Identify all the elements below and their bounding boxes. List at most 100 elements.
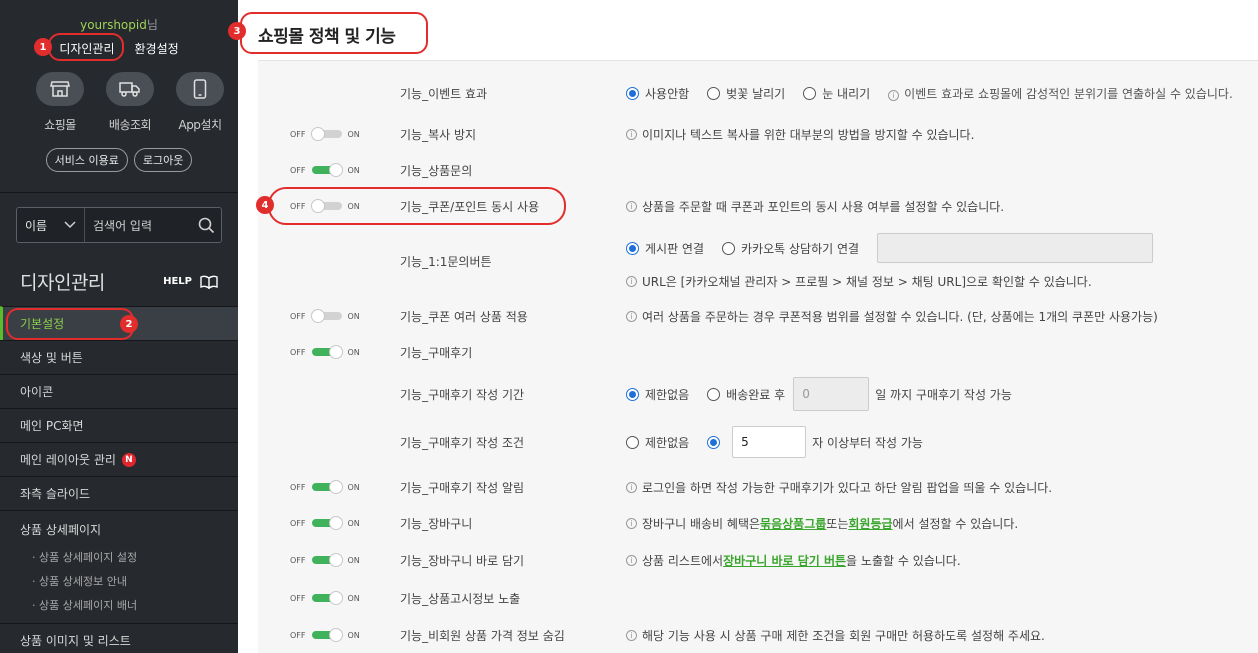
kakao-url-input[interactable] [877, 233, 1154, 263]
toggle-cart-direct[interactable]: OFF ON [290, 553, 360, 567]
radio-event-none[interactable]: 사용안함 [626, 85, 689, 102]
sidebar-item-product-images[interactable]: 상품 이미지 및 리스트 [0, 623, 238, 653]
row-info: i 여러 상품을 주문하는 경우 쿠폰적용 범위를 설정할 수 있습니다. (단,… [626, 308, 1158, 325]
radio-event-cherry[interactable]: 벚꽃 날리기 [707, 85, 785, 102]
info-text: 상품 리스트에서 [642, 553, 724, 568]
toggle-off-label: OFF [290, 201, 306, 211]
cart-direct-button-link[interactable]: 장바구니 바로 담기 버튼 [723, 552, 846, 569]
user-greeting: yourshopid님 [0, 16, 238, 33]
row-info: i 상품을 주문할 때 쿠폰과 포인트의 동시 사용 여부를 설정할 수 있습니다… [626, 198, 1004, 215]
annotation-badge-3: 3 [228, 22, 246, 40]
info-icon: i [626, 200, 637, 212]
row-label: 기능_비회원 상품 가격 정보 숨김 [400, 628, 565, 643]
member-grade-link[interactable]: 회원등급 [848, 515, 892, 532]
toggle-off-label: OFF [290, 518, 306, 528]
settings-link[interactable]: 환경설정 [135, 40, 179, 57]
row-coupon-point: OFF ON 기능_쿠폰/포인트 동시 사용 i 상품을 주문할 때 쿠폰과 포인트… [258, 196, 1258, 216]
radio-kakao-link[interactable]: 카카오톡 상담하기 연결 [722, 240, 859, 257]
bundle-group-link[interactable]: 묶음상품그룹 [760, 515, 826, 532]
sidebar-item-icon[interactable]: 아이콘 [0, 374, 238, 408]
sidebar-subitem-detail-info[interactable]: · 상품 상세정보 안내 [0, 569, 238, 593]
row-label: 기능_구매후기 작성 조건 [400, 435, 525, 450]
row-review-condition: 기능_구매후기 작성 조건 제한없음 5 자 이상부터 작성 가능 [258, 426, 1258, 458]
sidebar-item-color-button[interactable]: 색상 및 버튼 [0, 340, 238, 374]
toggle-guest-price[interactable]: OFF ON [290, 628, 360, 642]
toggle-review-alert[interactable]: OFF ON [290, 480, 360, 494]
info-icon: i [626, 517, 637, 529]
sidebar-item-left-slide[interactable]: 좌측 슬라이드 [0, 476, 238, 510]
toggle-on-label: ON [347, 201, 360, 211]
radio-board-link[interactable]: 게시판 연결 [626, 240, 704, 257]
quick-item-delivery[interactable]: 배송조회 [106, 72, 154, 133]
row-copy-protection: OFF ON 기능_복사 방지 i 이미지나 텍스트 복사를 위한 대부분의 방법을… [258, 124, 1258, 144]
sidebar-item-label: 좌측 슬라이드 [20, 487, 91, 501]
info-text: 장바구니 배송비 혜택은 [642, 516, 761, 531]
radio-cond-min-chars[interactable] [707, 435, 721, 449]
toggle-product-notice[interactable]: OFF ON [290, 591, 360, 605]
row-one-to-one: 기능_1:1문의버튼 게시판 연결 카카오톡 상담하기 연결 [258, 233, 1258, 269]
row-label: 기능_구매후기 [400, 345, 473, 360]
review-min-chars-input[interactable]: 5 [732, 426, 807, 458]
sidebar-sub-section: 상품 상세페이지 · 상품 상세페이지 설정 · 상품 상세정보 안내 · 상품… [0, 510, 238, 623]
quick-item-app[interactable]: App설치 [176, 72, 224, 133]
toggle-coupon-multi[interactable]: OFF ON [290, 309, 360, 323]
radio-event-snow[interactable]: 눈 내리기 [803, 85, 870, 102]
info-icon: i [626, 128, 637, 140]
sidebar-item-product-detail[interactable]: 상품 상세페이지 [0, 519, 238, 539]
quick-item-shop[interactable]: 쇼핑몰 [36, 72, 84, 133]
radio-label: 배송완료 후 [726, 387, 786, 402]
toggle-cart[interactable]: OFF ON [290, 516, 360, 530]
info-text: 여러 상품을 주문하는 경우 쿠폰적용 범위를 설정할 수 있습니다. (단, … [642, 309, 1158, 324]
info-text: 해당 기능 사용 시 상품 구매 제한 조건을 회원 구매만 허용하도록 설정해… [642, 628, 1045, 643]
annotation-badge-2: 2 [120, 315, 138, 333]
toggle-on-label: ON [347, 630, 360, 640]
book-icon [200, 275, 218, 289]
review-days-input[interactable]: 0 [793, 377, 870, 411]
design-management-link[interactable]: 디자인관리 [59, 40, 114, 57]
sidebar-menu: 기본설정 색상 및 버튼 아이콘 메인 PC화면 메인 레이아웃 관리 N 좌측 … [0, 306, 238, 653]
toggle-off-label: OFF [290, 593, 306, 603]
review-condition-options: 제한없음 5 자 이상부터 작성 가능 [626, 426, 923, 458]
toggle-coupon-point[interactable]: OFF ON [290, 199, 360, 213]
toggle-track [311, 163, 343, 177]
row-label: 기능_1:1문의버튼 [400, 255, 492, 269]
toggle-review[interactable]: OFF ON [290, 345, 360, 359]
sidebar-item-main-pc[interactable]: 메인 PC화면 [0, 408, 238, 442]
radio-period-unlimited[interactable]: 제한없음 [626, 386, 689, 403]
truck-icon [106, 72, 154, 106]
sidebar-divider [0, 192, 238, 193]
row-info: i 해당 기능 사용 시 상품 구매 제한 조건을 회원 구매만 허용하도록 설정… [626, 627, 1045, 644]
quick-label-app: App설치 [178, 118, 222, 132]
row-label: 기능_이벤트 효과 [400, 86, 488, 101]
quick-label-shop: 쇼핑몰 [44, 118, 76, 132]
radio-circle [626, 241, 639, 255]
service-fee-button[interactable]: 서비스 이용료 [45, 148, 128, 172]
toggle-knob [328, 345, 343, 359]
row-event-effect: 기능_이벤트 효과 사용안함 벚꽃 날리기 눈 내리기 i 이벤트 효과로 쇼핑몰… [258, 83, 1258, 103]
sidebar-item-basic-settings[interactable]: 기본설정 [0, 306, 238, 340]
row-info: i 상품 리스트에서 장바구니 바로 담기 버튼 을 노출할 수 있습니다. [626, 552, 961, 569]
sidebar: yourshopid님 디자인관리 환경설정 쇼핑몰 배송조회 App설치 서비… [0, 0, 238, 653]
row-info: i 이미지나 텍스트 복사를 위한 대부분의 방법을 방지할 수 있습니다. [626, 126, 974, 143]
radio-cond-unlimited[interactable]: 제한없음 [626, 434, 689, 451]
toggle-on-label: ON [347, 555, 360, 565]
help-button[interactable]: HELP [163, 275, 218, 289]
row-label: 기능_구매후기 작성 기간 [400, 387, 525, 402]
toggle-knob [328, 480, 343, 494]
sidebar-subitem-detail-banner[interactable]: · 상품 상세페이지 배너 [0, 593, 238, 617]
toggle-copy-protection[interactable]: OFF ON [290, 127, 360, 141]
info-text: 에서 설정할 수 있습니다. [892, 516, 1019, 531]
search-icon[interactable] [191, 217, 221, 234]
toggle-knob [310, 127, 325, 141]
sidebar-item-main-layout[interactable]: 메인 레이아웃 관리 N [0, 442, 238, 476]
chevron-down-icon [64, 221, 76, 229]
toggle-product-inquiry[interactable]: OFF ON [290, 163, 360, 177]
settings-panel: 기능_이벤트 효과 사용안함 벚꽃 날리기 눈 내리기 i 이벤트 효과로 쇼핑몰… [258, 60, 1258, 653]
search-input[interactable]: 검색어 입력 [85, 217, 191, 234]
logout-button[interactable]: 로그아웃 [133, 148, 193, 172]
user-suffix: 님 [146, 18, 158, 32]
sidebar-subitem-detail-settings[interactable]: · 상품 상세페이지 설정 [0, 545, 238, 569]
radio-period-after-delivery[interactable]: 배송완료 후 [707, 386, 785, 403]
user-id: yourshopid [80, 18, 147, 32]
search-type-select[interactable]: 이름 [17, 208, 85, 242]
